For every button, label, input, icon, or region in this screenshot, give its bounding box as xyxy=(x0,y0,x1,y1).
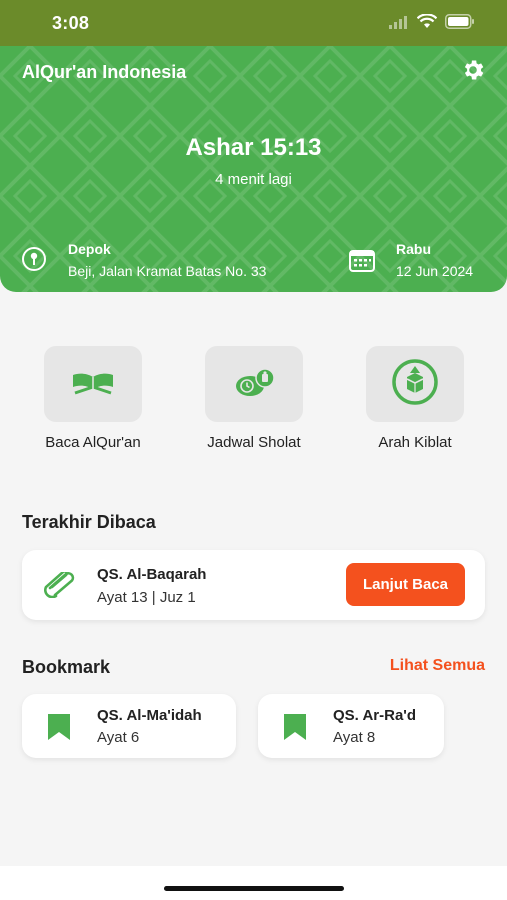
menu-read-quran-tile[interactable] xyxy=(44,346,142,422)
bookmark-title: Bookmark xyxy=(22,657,111,677)
battery-icon xyxy=(445,14,475,34)
bookmark-icon xyxy=(284,714,306,745)
location-pin-icon xyxy=(21,246,47,277)
bookmark-surah: QS. Al-Ma'idah xyxy=(97,707,202,724)
menu-label: Arah Kiblat xyxy=(378,434,452,451)
day-name: Rabu xyxy=(396,241,431,257)
last-read-card[interactable]: QS. Al-Baqarah Ayat 13 | Juz 1 Lanjut Ba… xyxy=(22,550,485,620)
home-indicator[interactable] xyxy=(164,886,344,891)
bookmark-surah: QS. Ar-Ra'd xyxy=(333,707,417,724)
status-bar: 3:08 xyxy=(0,0,507,46)
menu-prayer-schedule[interactable]: Jadwal Sholat xyxy=(199,346,309,451)
prayer-countdown: 4 menit lagi xyxy=(215,171,292,188)
menu-label: Jadwal Sholat xyxy=(207,434,301,451)
gear-icon xyxy=(460,57,486,88)
current-date: 12 Jun 2024 xyxy=(396,263,474,279)
location-address: Beji, Jalan Kramat Batas No. 33 xyxy=(68,263,267,279)
bookmark-card[interactable]: QS. Al-Ma'idah Ayat 6 xyxy=(22,694,236,758)
next-prayer-time: Ashar 15:13 xyxy=(185,134,322,161)
prayer-header: AlQur'an Indonesia Ashar 15:13 4 menit l… xyxy=(0,46,507,292)
last-read-title: Terakhir Dibaca xyxy=(22,512,156,532)
menu-qibla[interactable]: Arah Kiblat xyxy=(360,346,470,451)
status-icons xyxy=(389,13,475,34)
paperclip-icon xyxy=(42,570,76,603)
status-time: 3:08 xyxy=(52,13,90,33)
bookmark-ayat: Ayat 6 xyxy=(97,729,140,746)
menu-prayer-schedule-tile[interactable] xyxy=(205,346,303,422)
signal-icon xyxy=(389,15,409,34)
menu-read-quran[interactable]: Baca AlQur'an xyxy=(38,346,148,451)
wifi-icon xyxy=(416,13,438,34)
calendar-icon xyxy=(348,247,376,278)
menu-label: Baca AlQur'an xyxy=(45,434,141,451)
bottom-safe-area xyxy=(0,866,507,900)
quran-book-icon xyxy=(69,367,117,402)
continue-reading-button[interactable]: Lanjut Baca xyxy=(346,563,465,606)
menu-qibla-tile[interactable] xyxy=(366,346,464,422)
last-read-detail: Ayat 13 | Juz 1 xyxy=(97,589,196,606)
prayer-schedule-icon xyxy=(230,365,278,404)
see-all-link[interactable]: Lihat Semua xyxy=(390,657,485,675)
bookmark-ayat: Ayat 8 xyxy=(333,729,376,746)
settings-button[interactable] xyxy=(459,58,487,86)
last-read-surah: QS. Al-Baqarah xyxy=(97,566,207,583)
location-city: Depok xyxy=(68,241,111,257)
bookmark-card[interactable]: QS. Ar-Ra'd Ayat 8 xyxy=(258,694,444,758)
bookmark-icon xyxy=(48,714,70,745)
compass-kaaba-icon xyxy=(390,357,440,412)
app-title: AlQur'an Indonesia xyxy=(22,62,187,82)
